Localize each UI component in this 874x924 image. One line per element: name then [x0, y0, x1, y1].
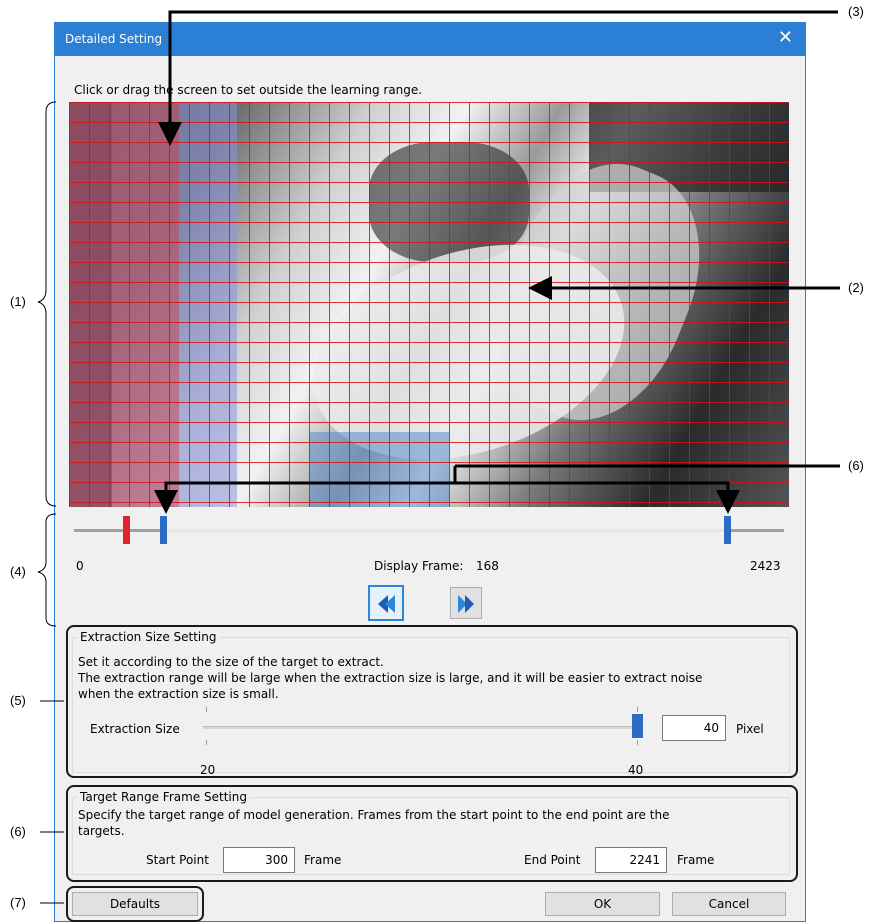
annotation-leader — [158, 10, 838, 146]
annotation-brace — [37, 101, 57, 507]
annotation-highlight-box — [66, 625, 798, 778]
annotation-leader — [455, 481, 740, 514]
annotation-label-6-bottom: (6) — [10, 824, 26, 839]
annotation-highlight-box — [66, 886, 204, 922]
annotation-label-7: (7) — [10, 895, 26, 910]
annotation-label-3: (3) — [848, 4, 864, 19]
annotation-label-6-top: (6) — [848, 458, 864, 473]
annotation-label-5: (5) — [10, 693, 26, 708]
annotation-leader — [154, 466, 457, 514]
annotation-label-2: (2) — [848, 280, 864, 295]
annotation-label-4: (4) — [10, 564, 26, 579]
annotation-highlight-box — [66, 785, 798, 882]
annotation-label-1: (1) — [10, 294, 26, 309]
annotation-brace — [37, 513, 57, 627]
